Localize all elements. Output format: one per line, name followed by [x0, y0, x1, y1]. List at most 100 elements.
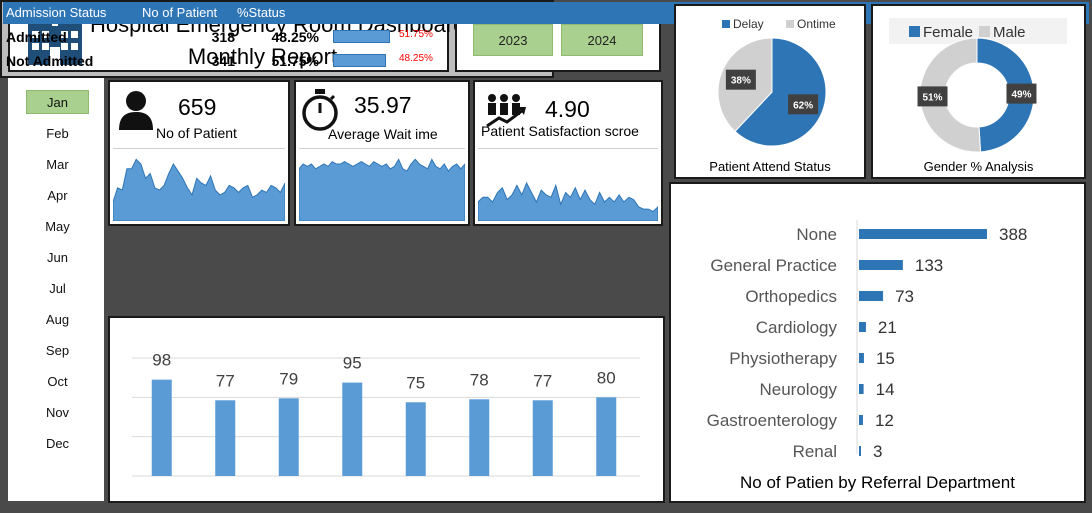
referral-chart-title: No of Patien by Referral Department — [740, 473, 1015, 492]
bar-value-label: 3 — [873, 442, 882, 461]
monthly-bar — [532, 400, 553, 476]
bar-value-label: 73 — [895, 287, 914, 306]
gender-panel: Female Male 49% 51% Gender % Analysis — [871, 4, 1086, 179]
sparkline-area — [478, 181, 658, 221]
sparkline-area — [113, 158, 285, 221]
month-button-oct[interactable]: Oct — [26, 369, 89, 393]
month-slicer: Jan Feb Mar Apr May Jun Jul Aug Sep Oct Nov Dec — [8, 78, 104, 501]
kpi-patients-card: 659 No of Patient — [108, 80, 290, 226]
monthly-bar-chart-panel: 98 77 79 95 75 78 77 80 — [108, 316, 665, 503]
category-label: Physiotherapy — [729, 349, 837, 368]
legend-swatch — [979, 26, 990, 37]
category-label: General Practice — [710, 256, 837, 275]
category-label: Orthopedics — [745, 287, 837, 306]
slice-data-label: 62% — [793, 100, 813, 111]
bar-data-label: 98 — [152, 351, 171, 370]
bar-value-label: 133 — [915, 256, 943, 275]
kpi-wait-card: 35.97 Average Wait ime — [294, 80, 470, 226]
category-label: Renal — [793, 442, 837, 461]
referral-panel: None 388 General Practice 133 Orthopedics 73 C… — [669, 182, 1086, 503]
bar-value-label: 15 — [876, 349, 895, 368]
bar-data-label: 95 — [343, 354, 362, 373]
attend-status-panel: Delay Ontime 62% 38% Patient Attend Status — [674, 4, 866, 179]
slice-data-label: 38% — [731, 76, 751, 87]
slice-data-label: 49% — [1011, 90, 1031, 101]
monthly-bar — [151, 379, 172, 476]
legend-label: Female — [923, 24, 973, 41]
month-button-mar[interactable]: Mar — [26, 152, 89, 176]
referral-bar — [859, 322, 866, 332]
legend-label: Male — [993, 24, 1026, 41]
monthly-bar — [215, 400, 236, 476]
monthly-bar — [405, 402, 426, 476]
month-button-apr[interactable]: Apr — [26, 183, 89, 207]
legend-label: Delay — [733, 17, 764, 31]
row-pct: 48.25% — [271, 29, 319, 45]
monthly-bar-chart: 98 77 79 95 75 78 77 80 — [132, 351, 640, 477]
bar-data-label: 77 — [533, 371, 552, 390]
month-button-dec[interactable]: Dec — [26, 431, 89, 455]
month-button-nov[interactable]: Nov — [26, 400, 89, 424]
gender-donut-chart: Female Male 49% 51% — [889, 18, 1067, 153]
referral-bar — [859, 291, 884, 301]
referral-bar — [859, 446, 861, 456]
bar-data-label: 78 — [470, 370, 489, 389]
header-no-of-patient: No of Patient — [142, 5, 218, 20]
row-count: 341 — [211, 53, 235, 69]
gender-title: Gender % Analysis — [923, 159, 1034, 174]
category-label: Cardiology — [756, 318, 838, 337]
monthly-bar — [342, 382, 363, 476]
bar-value-label: 12 — [875, 411, 894, 430]
legend-swatch — [722, 20, 730, 28]
legend-swatch — [786, 20, 794, 28]
month-button-sep[interactable]: Sep — [26, 338, 89, 362]
month-button-jun[interactable]: Jun — [26, 245, 89, 269]
row-pct: 51.75% — [271, 53, 319, 69]
referral-bar — [859, 415, 863, 425]
monthly-bar — [596, 397, 617, 476]
category-label: Neurology — [760, 380, 838, 399]
attend-status-pie-chart: Delay Ontime 62% 38% — [717, 17, 836, 147]
pie-legend: Delay Ontime — [722, 17, 836, 31]
referral-bar-chart: None 388 General Practice 133 Orthopedics 73 C… — [707, 220, 1027, 461]
header-pct-status: %Status — [237, 5, 286, 20]
monthly-bar — [278, 398, 299, 476]
row-count: 318 — [211, 29, 235, 45]
bar-data-label: 80 — [597, 368, 616, 387]
sparkline-area — [299, 158, 465, 221]
kpi-satisfaction-label: Patient Satisfaction scroe — [481, 123, 639, 139]
bar-value-label: 388 — [999, 225, 1027, 244]
row-status: Not Admitted — [6, 53, 94, 69]
category-label: None — [796, 225, 837, 244]
legend-swatch — [909, 26, 920, 37]
month-button-jan[interactable]: Jan — [26, 90, 89, 114]
kpi-patients-label: No of Patient — [156, 125, 237, 141]
admission-table: Admission Status No of Patient %Status A… — [0, 0, 1089, 78]
satisfaction-sparkline — [478, 181, 658, 221]
row-bar-pct: 51.75% — [399, 29, 433, 40]
kpi-wait-value: 35.97 — [354, 92, 412, 118]
month-button-may[interactable]: May — [26, 214, 89, 238]
referral-bar — [859, 384, 864, 394]
referral-bar — [859, 353, 864, 363]
legend-label: Ontime — [797, 17, 836, 31]
referral-bar — [859, 229, 987, 239]
bar-value-label: 14 — [876, 380, 895, 399]
month-button-feb[interactable]: Feb — [26, 121, 89, 145]
bar-data-label: 79 — [279, 369, 298, 388]
referral-bar — [859, 260, 903, 270]
category-label: Gastroenterology — [707, 411, 838, 430]
bar-value-label: 21 — [878, 318, 897, 337]
bar-data-label: 77 — [216, 371, 235, 390]
row-bar-pct: 48.25% — [399, 53, 433, 64]
header-admission-status: Admission Status — [6, 5, 107, 20]
kpi-satisfaction-card: 4.90 Patient Satisfaction scroe — [473, 80, 663, 226]
month-button-jul[interactable]: Jul — [26, 276, 89, 300]
attend-status-title: Patient Attend Status — [709, 159, 831, 174]
person-icon — [119, 91, 153, 130]
patients-sparkline — [113, 158, 285, 221]
bar-data-label: 75 — [406, 373, 425, 392]
month-button-aug[interactable]: Aug — [26, 307, 89, 331]
wait-sparkline — [299, 158, 465, 221]
kpi-satisfaction-value: 4.90 — [545, 96, 590, 122]
